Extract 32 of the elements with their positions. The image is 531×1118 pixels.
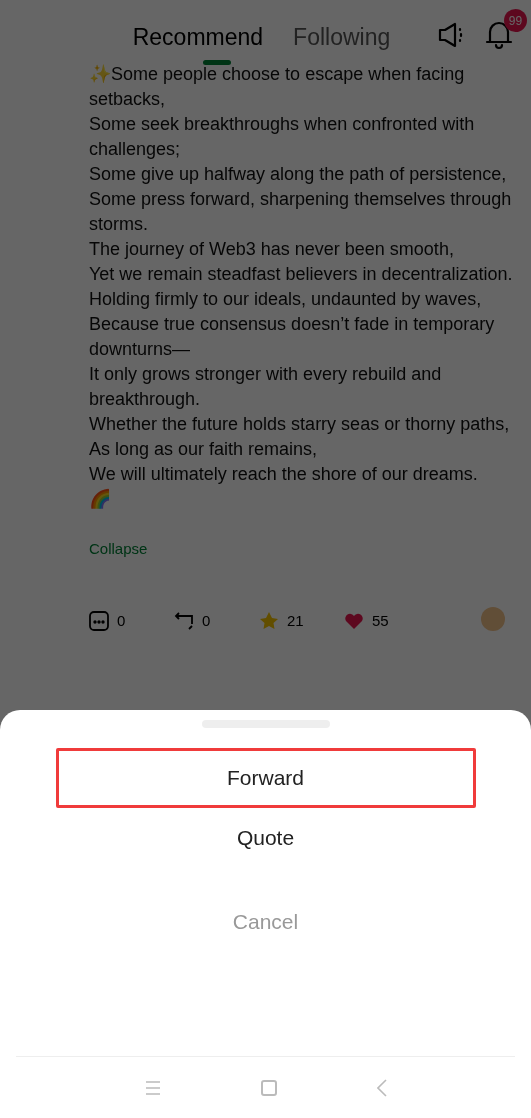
count-label: 21 (287, 612, 304, 630)
post-text-line: It only grows stronger with every rebuild and breakthrough. (89, 363, 443, 411)
post-text-line: ✨Some people choose to escape when facing setbacks, (89, 63, 466, 111)
comment-icon[interactable] (89, 611, 109, 631)
post-text-line: Whether the future holds starry seas or thorny paths, (89, 413, 511, 436)
post-text-line: Some press forward, sharpening themselves through storms. (89, 188, 513, 236)
post-text-line: Yet we remain steadfast believers in decentralization. (89, 263, 514, 286)
post-text-line: Holding firmly to our ideals, undaunted by waves, (89, 288, 483, 311)
sheet-option[interactable]: Forward (55, 748, 476, 808)
post-text-line: Because true consensus doesn’t fade in temporary downturns— (89, 313, 496, 361)
back-icon[interactable] (376, 1078, 387, 1097)
sheet-option[interactable]: Quote (55, 808, 476, 868)
star-icon[interactable] (259, 611, 279, 631)
notification-badge: 99 (504, 9, 527, 32)
post-text-line: We will ultimately reach the shore of our dreams. (89, 463, 479, 486)
count-label: 0 (117, 612, 126, 630)
post-text-line: Some seek breakthroughs when confronted with challenges; (89, 113, 476, 161)
post-text-line: Some give up halfway along the path of persistence, (89, 163, 508, 186)
heart-icon[interactable] (344, 611, 364, 631)
home-icon[interactable] (260, 1079, 277, 1096)
tab-indicator (202, 59, 231, 65)
collapse-link[interactable]: Collapse (89, 536, 148, 561)
post-text-line: 🌈 (89, 488, 112, 511)
tab[interactable]: Recommend (132, 19, 264, 54)
tab[interactable]: Following (293, 19, 391, 54)
repost-icon[interactable] (174, 611, 194, 631)
post-text-line: The journey of Web3 has never been smooth, (89, 238, 455, 261)
count-label: 55 (372, 612, 389, 630)
post-text-line: As long as our faith remains, (89, 438, 319, 461)
menu-icon[interactable] (144, 1079, 161, 1096)
count-label: 0 (202, 612, 211, 630)
sheet-option[interactable]: Cancel (55, 892, 476, 952)
